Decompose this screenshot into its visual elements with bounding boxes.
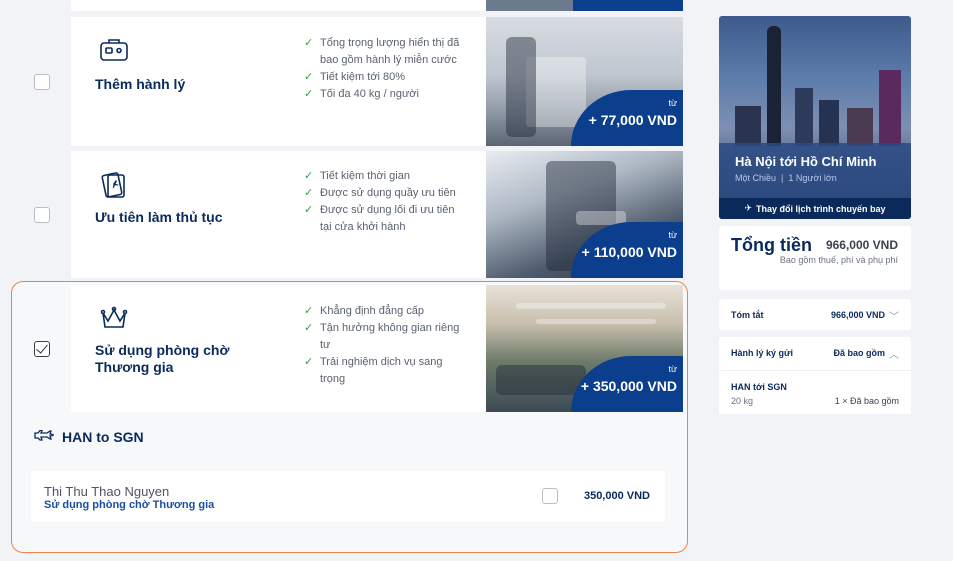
addon-title: Thêm hành lý: [95, 76, 186, 92]
price-from-label: từ: [668, 98, 677, 108]
trip-route: Hà Nội tới Hồ Chí Minh: [735, 154, 877, 169]
baggage-photo: từ + 77,000 VND: [486, 17, 683, 146]
crown-icon: [99, 305, 131, 333]
price-from-label: từ: [668, 364, 677, 374]
feature-item: Khẳng định đẳng cấp: [304, 303, 464, 320]
passenger-row[interactable]: Thi Thu Thao Nguyen Sử dụng phòng chờ Th…: [31, 471, 665, 522]
priority-checkin-checkbox[interactable]: [34, 207, 50, 223]
price-from-label: từ: [668, 230, 677, 240]
total-amount: 966,000 VND: [825, 238, 898, 252]
trip-type: Một Chiều: [735, 173, 777, 183]
addon-title: Ưu tiên làm thủ tục: [95, 209, 223, 225]
trip-card: Hà Nội tới Hồ Chí Minh Một Chiều | 1 Ngư…: [719, 16, 911, 219]
addon-title: Sử dụng phòng chờ Thương gia: [95, 342, 230, 375]
addon-features: Tổng trọng lượng hiển thị đã bao gồm hàn…: [304, 35, 464, 103]
feature-item: Trải nghiệm dịch vụ sang trọng: [304, 354, 464, 388]
trip-meta: Một Chiều | 1 Người lớn: [735, 173, 837, 183]
route-header: HAN to SGN: [34, 429, 144, 445]
lounge-addon-checkbox[interactable]: [34, 341, 50, 357]
change-itinerary-label: Thay đổi lịch trình chuyến bay: [756, 203, 886, 214]
chevron-down-icon: ﹀: [889, 312, 899, 323]
trip-info: Hà Nội tới Hồ Chí Minh Một Chiều | 1 Ngư…: [719, 143, 911, 198]
feature-item: Tối đa 40 kg / người: [304, 86, 464, 103]
checked-baggage-toggle[interactable]: Hành lý ký gửi Đã bao gồm ︿: [719, 337, 911, 370]
change-itinerary-button[interactable]: ✈ Thay đổi lịch trình chuyến bay: [719, 198, 911, 219]
total-note: Bao gồm thuế, phí và phụ phí: [779, 255, 898, 265]
baggage-quantity: 1 × Đã bao gồm: [834, 396, 899, 406]
price-badge: từ + 350,000 VND: [571, 356, 683, 412]
route-label: HAN to SGN: [62, 429, 144, 445]
checkin-photo: từ + 110,000 VND: [486, 151, 683, 278]
summary-label: Tóm tắt: [731, 310, 764, 320]
passenger-lounge-checkbox[interactable]: [542, 488, 558, 504]
feature-item: Tận hưởng không gian riêng tư: [304, 320, 464, 354]
passenger-count: 1 Người lớn: [788, 173, 837, 183]
baggage-label: Hành lý ký gửi: [731, 348, 794, 358]
addon-card-business-lounge[interactable]: Sử dụng phòng chờ Thương gia Khẳng định …: [71, 285, 683, 412]
chevron-up-icon: ︿: [889, 350, 899, 361]
baggage-detail: HAN tới SGN 20 kg 1 × Đã bao gồm: [719, 370, 911, 414]
baggage-addon-checkbox[interactable]: [34, 74, 50, 90]
addon-features: Tiết kiệm thời gian Được sử dụng quầy ưu…: [304, 168, 464, 236]
baggage-value: Đã bao gồm: [833, 348, 885, 358]
passenger-service-price: 350,000 VND: [583, 490, 650, 502]
price-amount: + 110,000 VND: [581, 244, 677, 260]
feature-item: Được sử dụng quầy ưu tiên: [304, 185, 464, 202]
addon-card-priority-checkin[interactable]: Ưu tiên làm thủ tục Tiết kiệm thời gian …: [71, 151, 683, 278]
price-badge: từ + 77,000 VND: [571, 90, 683, 146]
total-price-card: Tổng tiền 966,000 VND Bao gồm thuế, phí …: [719, 226, 911, 290]
ticket-icon: [99, 171, 131, 199]
lounge-photo: từ + 350,000 VND: [486, 285, 683, 412]
feature-item: Tổng trọng lượng hiển thị đã bao gồm hàn…: [304, 35, 464, 69]
baggage-route: HAN tới SGN: [731, 382, 787, 392]
price-amount: + 350,000 VND: [580, 378, 677, 394]
price-amount: + 77,000 VND: [588, 112, 677, 128]
addon-card-baggage[interactable]: Thêm hành lý Tổng trọng lượng hiển thị đ…: [71, 17, 683, 146]
addon-features: Khẳng định đẳng cấp Tận hưởng không gian…: [304, 303, 464, 388]
summary-value: 966,000 VND: [830, 310, 885, 320]
summary-toggle[interactable]: Tóm tắt 966,000 VND ﹀: [719, 299, 911, 330]
feature-item: Tiết kiệm tới 80%: [304, 69, 464, 86]
passenger-service: Sử dụng phòng chờ Thương gia: [44, 499, 215, 511]
luggage-icon: [99, 37, 131, 65]
previous-addon-card: [71, 0, 683, 11]
passenger-name: Thi Thu Thao Nguyen: [44, 484, 170, 499]
feature-item: Tiết kiệm thời gian: [304, 168, 464, 185]
airplane-icon: ✈: [744, 203, 752, 213]
baggage-weight: 20 kg: [731, 396, 754, 406]
addons-column: Thêm hành lý Tổng trọng lượng hiển thị đ…: [0, 0, 700, 561]
total-label: Tổng tiền: [731, 235, 812, 255]
feature-item: Được sử dụng lối đi ưu tiên tại cửa khởi…: [304, 202, 464, 236]
airplane-icon: [34, 429, 54, 444]
